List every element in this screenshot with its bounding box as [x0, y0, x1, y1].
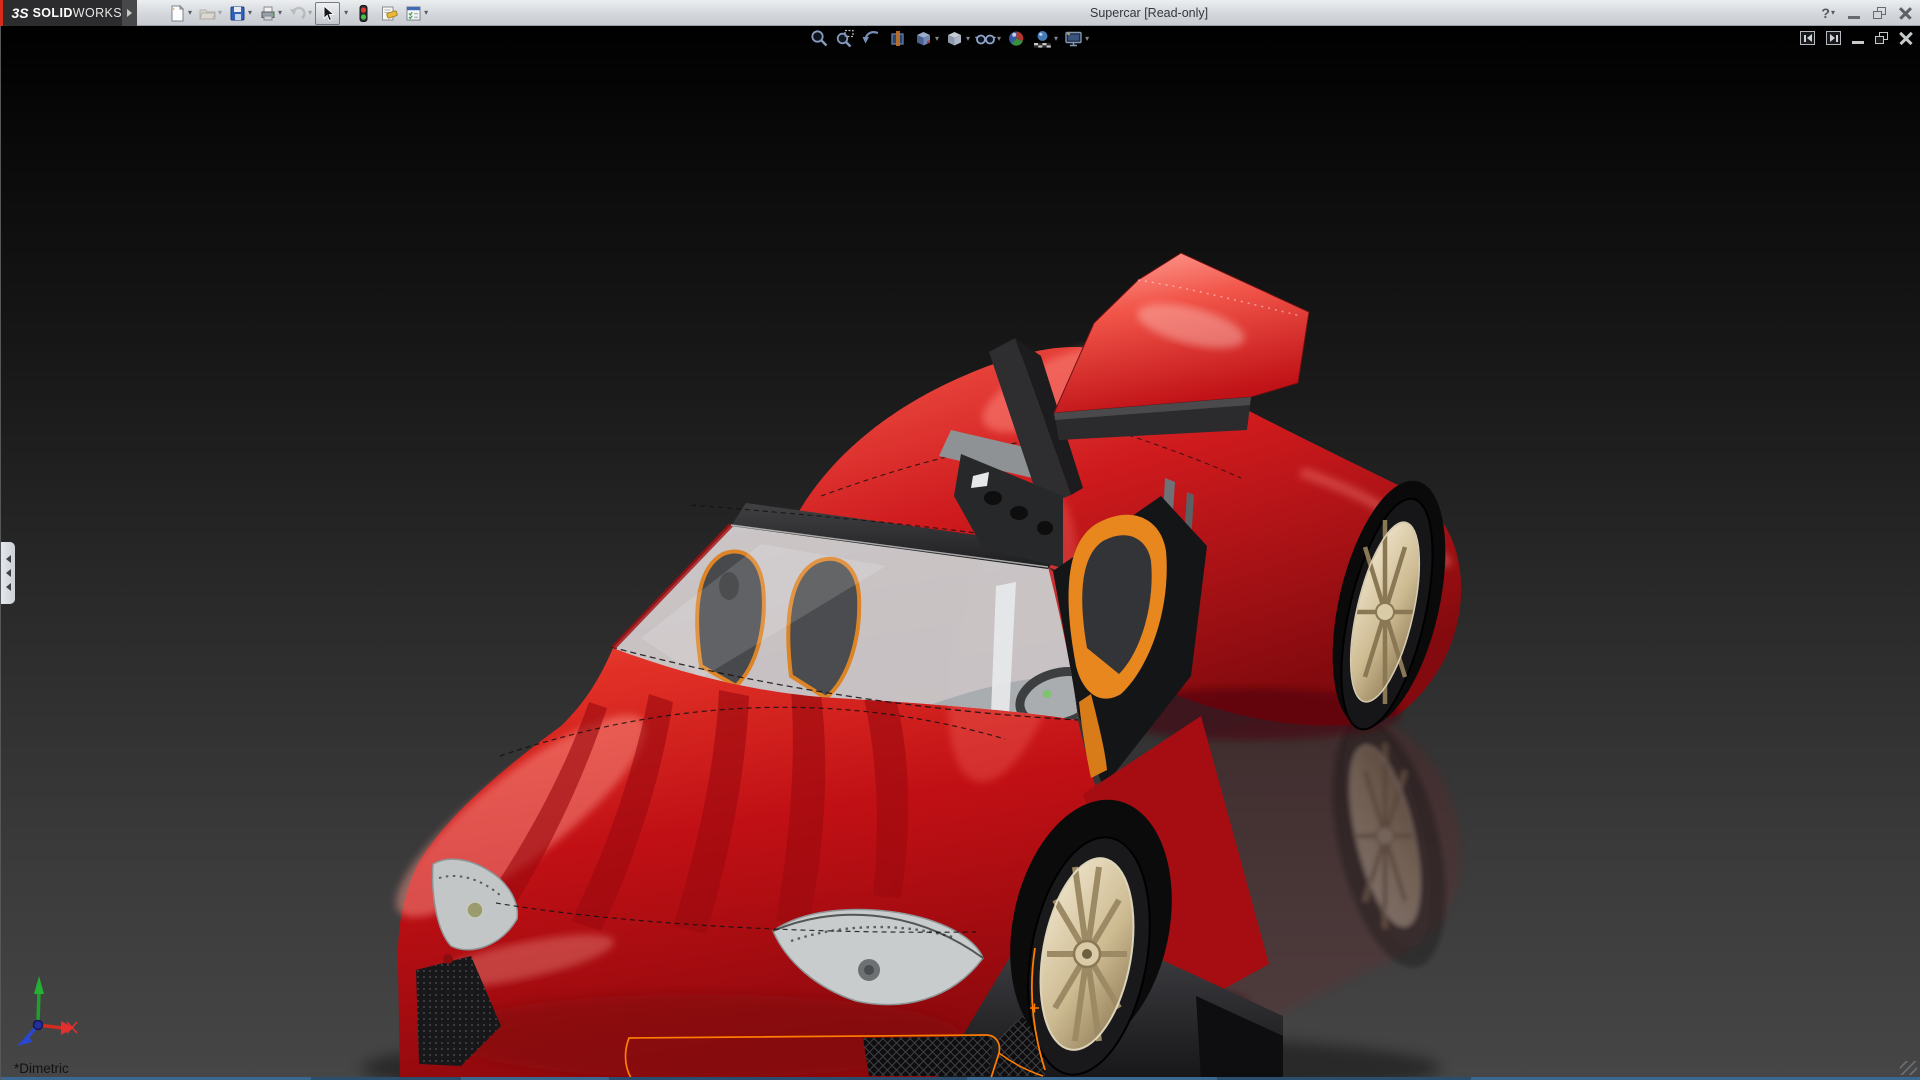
new-document-button[interactable]: ▾ [165, 1, 195, 25]
resize-grip[interactable] [1900, 1061, 1917, 1075]
minimize-document-button[interactable] [1852, 41, 1864, 44]
hide-show-items-button[interactable]: ▾ [973, 28, 1003, 49]
expand-right-pane-button[interactable] [1826, 31, 1841, 45]
hide-show-items-dropdown[interactable]: ▾ [997, 34, 1001, 43]
document-window-controls [1800, 31, 1913, 45]
save-button[interactable]: ▾ [225, 1, 255, 25]
collapse-arrow-icon [5, 583, 11, 591]
3d-model-supercar[interactable] [1, 26, 1920, 1080]
collapse-arrow-icon [5, 569, 11, 577]
orientation-triad[interactable] [17, 976, 78, 1046]
restore-button[interactable] [1873, 7, 1886, 19]
apply-scene-dropdown[interactable]: ▾ [1054, 34, 1058, 43]
standard-toolbar: ▾ ▾ ▾ ▾ ▾ ▾ ▾ [165, 0, 431, 26]
undo-button[interactable]: ▾ [285, 1, 315, 25]
select-dropdown[interactable]: ▾ [340, 1, 351, 25]
open-door[interactable] [1053, 252, 1310, 440]
menu-expand-arrow[interactable] [122, 0, 137, 26]
rebuild-button[interactable] [351, 1, 376, 25]
view-orientation-button[interactable]: ▾ [911, 28, 941, 49]
view-settings-button[interactable]: ▾ [1061, 28, 1091, 49]
solidworks-window: 3S SOLID WORKS ▾ ▾ ▾ ▾ ▾ ▾ ▾ Supercar [R… [0, 0, 1920, 1080]
brand-works-text: WORKS [72, 6, 122, 20]
help-dropdown[interactable]: ▾ [1831, 9, 1835, 17]
zoom-to-fit-icon [811, 30, 828, 47]
display-style-dropdown[interactable]: ▾ [966, 34, 970, 43]
apply-scene-button[interactable]: ▾ [1030, 28, 1060, 49]
new-document-icon [171, 4, 185, 21]
section-view-icon [891, 31, 904, 46]
rebuild-traffic-light-icon [359, 4, 368, 22]
window-controls: ? ▾ [1821, 0, 1912, 26]
right-pane-arrow-icon [1829, 34, 1835, 42]
title-bar: 3S SOLID WORKS ▾ ▾ ▾ ▾ ▾ ▾ ▾ Supercar [R… [0, 0, 1920, 26]
open-button[interactable]: ▾ [195, 1, 225, 25]
select-button[interactable] [315, 1, 341, 25]
print-icon [261, 6, 275, 20]
window-title: Supercar [Read-only] [1090, 6, 1209, 20]
solidworks-logo: 3S SOLID WORKS [0, 0, 122, 26]
print-dropdown[interactable]: ▾ [278, 9, 282, 17]
expand-left-pane-button[interactable] [1800, 31, 1815, 45]
help-button[interactable]: ? ▾ [1821, 5, 1835, 21]
save-dropdown[interactable]: ▾ [248, 9, 252, 17]
file-properties-icon [382, 6, 398, 20]
close-button[interactable] [1899, 6, 1912, 20]
left-pane-arrow-icon [1806, 34, 1812, 42]
brand-accent-bar [0, 0, 4, 26]
view-orientation-dropdown[interactable]: ▾ [935, 34, 939, 43]
graphics-viewport[interactable]: ▾ ▾ ▾ ▾ ▾ *Dimetric [0, 26, 1920, 1080]
open-dropdown[interactable]: ▾ [218, 9, 222, 17]
options-dropdown[interactable]: ▾ [424, 9, 428, 17]
zoom-to-area-icon [836, 29, 854, 48]
previous-view-icon [862, 31, 879, 44]
edit-appearance-icon [1009, 31, 1024, 46]
options-button[interactable]: ▾ [401, 1, 431, 25]
undo-icon [290, 6, 306, 19]
previous-view-button[interactable] [859, 28, 884, 49]
brand-solid-text: SOLID [32, 6, 73, 20]
file-properties-button[interactable] [376, 1, 401, 25]
close-document-button[interactable] [1899, 31, 1913, 45]
minimize-button[interactable] [1848, 16, 1860, 19]
display-style-button[interactable]: ▾ [942, 28, 972, 49]
new-dropdown[interactable]: ▾ [188, 9, 192, 17]
restore-document-button[interactable] [1875, 32, 1888, 44]
help-icon: ? [1821, 5, 1830, 21]
display-style-icon [948, 32, 962, 46]
hide-show-items-icon [975, 34, 996, 45]
collapse-arrow-icon [5, 555, 11, 563]
undo-dropdown[interactable]: ▾ [308, 9, 312, 17]
heads-up-toolbar: ▾ ▾ ▾ ▾ ▾ [807, 28, 1091, 49]
options-icon [406, 6, 421, 20]
featuremanager-flyout-tab[interactable] [1, 542, 15, 604]
edit-appearance-button[interactable] [1004, 28, 1029, 49]
brand-logo-glyph: 3S [11, 5, 29, 21]
open-icon [199, 9, 216, 19]
zoom-to-area-button[interactable] [833, 28, 858, 49]
select-cursor-icon [323, 4, 335, 21]
menu-arrow-icon [127, 9, 132, 17]
view-orientation-label: *Dimetric [14, 1061, 69, 1076]
save-icon [230, 6, 245, 20]
tow-cover [443, 954, 453, 964]
view-settings-icon [1065, 31, 1082, 47]
print-button[interactable]: ▾ [255, 1, 285, 25]
view-orientation-icon [917, 32, 930, 46]
section-view-button[interactable] [885, 28, 910, 49]
zoom-to-fit-button[interactable] [807, 28, 832, 49]
view-settings-dropdown[interactable]: ▾ [1085, 34, 1089, 43]
apply-scene-icon [1034, 31, 1051, 48]
